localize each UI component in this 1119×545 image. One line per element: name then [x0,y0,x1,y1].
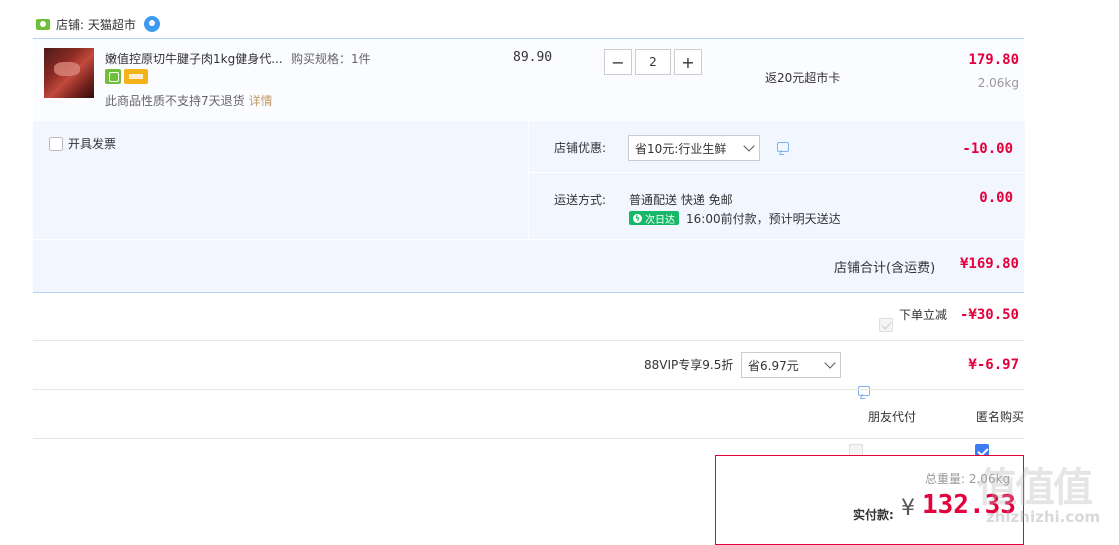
rebate-text: 返20元超市卡 [765,71,841,85]
invoice-checkbox[interactable] [49,136,63,151]
no-return-notice: 此商品性质不支持7天退货 详情 [105,92,273,109]
no-return-text: 此商品性质不支持7天退货 [105,94,245,108]
divider [33,438,1024,439]
pay-label: 实付款: [853,508,894,522]
invoice-label: 开具发票 [68,137,117,151]
divider [33,389,1024,390]
instant-discount-amount: -¥30.50 [959,307,1019,323]
message-icon[interactable] [777,142,789,152]
vip-discount-amount: ¥-6.97 [968,357,1019,373]
shop-discount-select[interactable]: 省10元:行业生鲜 [628,135,760,161]
quantity-plus-button[interactable]: + [674,49,702,75]
anonymous-label: 匿名购买 [976,410,1025,424]
divider [33,340,1024,341]
chevron-down-icon [824,357,836,369]
guarantee-badge-icon [105,69,121,84]
shipping-fee: 0.00 [979,190,1013,206]
product-thumbnail[interactable] [44,48,94,98]
shipping-note: 16:00前付款，预计明天送达 [686,212,841,226]
shop-discount-value: 省10元:行业生鲜 [635,141,727,156]
tmall-shop-icon [36,18,50,30]
quantity-stepper: − 2 + [604,49,702,75]
options-divider [528,172,1024,173]
shipping-label: 运送方式: [554,193,607,207]
instant-discount-label: 下单立减 [899,308,948,322]
vip-discount-label: 88VIP专享9.5折 [644,358,734,372]
next-day-badge: ϟ 次日达 [629,211,679,226]
product-spec: 购买规格：1件 [291,52,371,66]
shop-total-amount: ¥169.80 [959,256,1019,272]
card-badge-icon [124,69,148,84]
item-weight: 2.06kg [977,76,1019,90]
chevron-down-icon [743,140,755,152]
invoice-option[interactable]: 开具发票 [49,135,116,152]
quantity-input[interactable]: 2 [635,49,671,75]
next-day-text: 次日达 [645,214,675,226]
detail-link[interactable]: 详情 [249,94,273,108]
product-title-link[interactable]: 嫩值控原切牛腱子肉1kg健身代... [105,50,285,67]
vip-discount-select[interactable]: 省6.97元 [741,352,841,378]
message-icon[interactable] [858,386,870,396]
shop-total-label: 店铺合计(含运费) [834,261,936,276]
bolt-icon: ϟ [633,213,642,223]
friend-pay-label: 朋友代付 [868,410,917,424]
watermark-domain: zhizhizhi.com [986,508,1101,526]
shop-discount-amount: -10.00 [962,141,1013,157]
shipping-method: 普通配送 快递 免邮 [629,193,733,207]
wangwang-chat-icon[interactable] [143,16,160,32]
shop-header: 店铺: 天猫超市 [36,14,160,34]
unit-price: 89.90 [513,50,553,65]
shop-discount-label: 店铺优惠: [554,141,607,155]
vip-discount-value: 省6.97元 [748,358,799,373]
quantity-minus-button[interactable]: − [604,49,632,75]
instant-discount-checkbox[interactable] [879,318,893,332]
currency-symbol: ¥ [901,496,915,521]
watermark-logo: 值值值 [977,465,1093,511]
item-subtotal: 179.80 [968,52,1019,68]
shop-name[interactable]: 店铺: 天猫超市 [56,16,136,33]
